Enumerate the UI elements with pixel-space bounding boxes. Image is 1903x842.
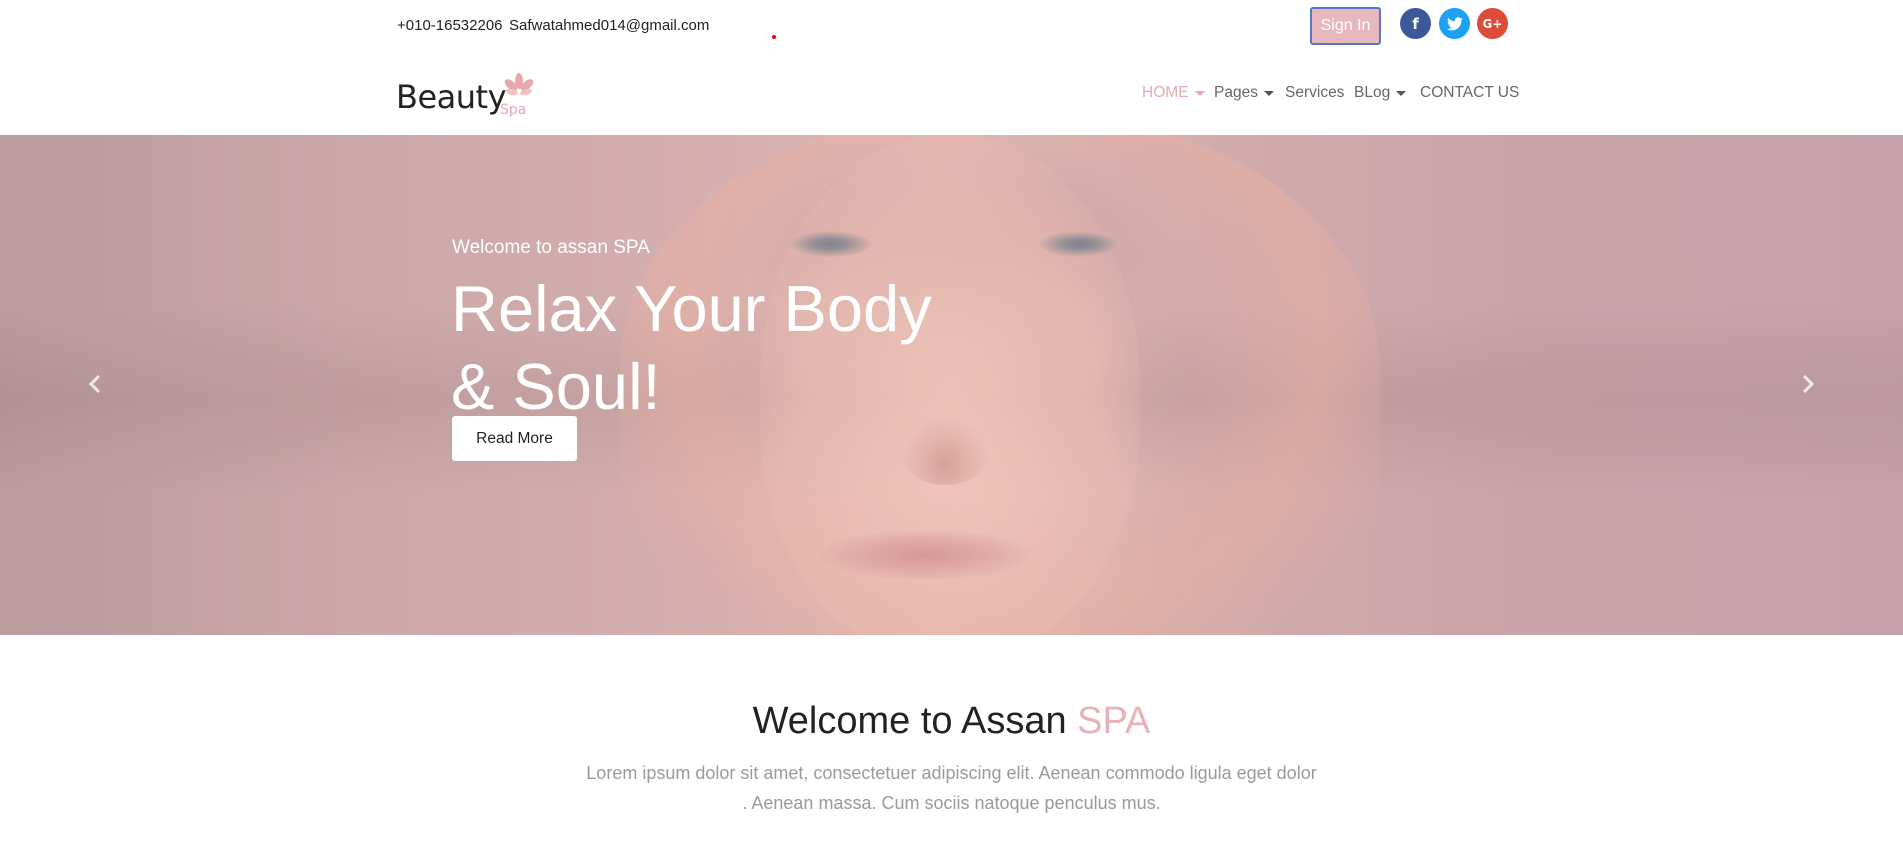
twitter-icon[interactable] (1439, 8, 1470, 39)
facebook-icon[interactable]: f (1400, 8, 1431, 39)
red-dot-marker (772, 35, 776, 39)
caret-down-icon (1194, 90, 1205, 96)
hero-kicker: Welcome to assan SPA (452, 237, 650, 258)
welcome-text-line2: . Aenean massa. Cum sociis natoque pencu… (742, 793, 1161, 813)
chevron-right-icon[interactable] (1798, 372, 1818, 396)
top-bar: +010-16532206 Safwatahmed014@gmail.com S… (0, 0, 1903, 54)
nav-item-home[interactable]: HOME (1142, 84, 1205, 102)
welcome-title-accent: SPA (1077, 700, 1151, 742)
nav-item-label: Pages (1214, 84, 1258, 101)
caret-down-icon (1396, 90, 1407, 96)
nav-item-label: Services (1285, 84, 1345, 101)
nav-item-label: HOME (1142, 84, 1189, 101)
nav-item-services[interactable]: Services (1285, 84, 1344, 102)
logo[interactable]: Beauty Spa (396, 73, 536, 120)
chevron-left-icon[interactable] (85, 372, 105, 396)
welcome-title: Welcome to Assan SPA (0, 700, 1903, 743)
lotus-icon (504, 73, 534, 96)
logo-word: Beauty (396, 78, 507, 116)
welcome-text-line1: Lorem ipsum dolor sit amet, consectetuer… (586, 763, 1317, 783)
read-more-button[interactable]: Read More (452, 416, 577, 461)
welcome-title-main: Welcome to Assan (752, 700, 1078, 742)
main-navbar: Beauty Spa HOME Pages Services BLog CONT… (0, 54, 1903, 135)
google-plus-icon[interactable]: G+ (1477, 8, 1508, 39)
nav-item-label: CONTACT US (1420, 84, 1520, 101)
nav-item-pages[interactable]: Pages (1214, 84, 1274, 102)
hero-headline-line1: Relax Your Body (451, 272, 932, 345)
hero-carousel: Welcome to assan SPA Relax Your Body & S… (0, 135, 1903, 635)
hero-headline: Relax Your Body & Soul! (451, 270, 971, 426)
email-address[interactable]: Safwatahmed014@gmail.com (509, 17, 709, 34)
nav-item-label: BLog (1354, 84, 1391, 101)
nav-item-blog[interactable]: BLog (1354, 84, 1407, 102)
welcome-description: Lorem ipsum dolor sit amet, consectetuer… (560, 758, 1343, 818)
sign-in-button[interactable]: Sign In (1310, 7, 1381, 45)
hero-headline-line2: & Soul! (451, 350, 661, 423)
nav-item-contact[interactable]: CONTACT US (1420, 84, 1519, 102)
caret-down-icon (1263, 90, 1274, 96)
logo-sub: Spa (500, 102, 527, 118)
phone-number: +010-16532206 (397, 17, 503, 34)
